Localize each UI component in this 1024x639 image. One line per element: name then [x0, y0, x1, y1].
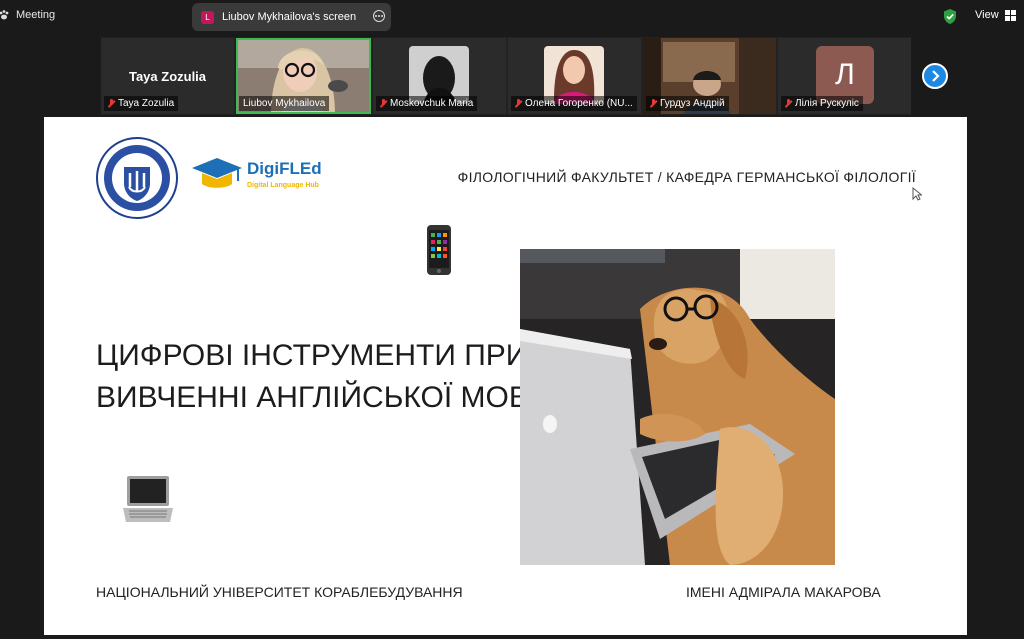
chevron-right-icon: [932, 70, 940, 82]
mobile-phone-icon: [427, 225, 451, 275]
participant-name-label: Лілія Рускуліс: [781, 96, 863, 111]
meeting-title-text: Meeting: [16, 9, 56, 21]
slide-title-line-1: ЦИФРОВІ ІНСТРУМЕНТИ ПРИ: [96, 335, 551, 377]
meeting-top-bar: Meeting L Liubov Mykhailova's screen Vie…: [0, 0, 1024, 34]
participant-name: Олена Гогоренко (NU...: [525, 98, 633, 109]
participant-tile-liliia[interactable]: Л Лілія Рускуліс: [778, 38, 911, 114]
slide-header: ФІЛОЛОГІЧНИЙ ФАКУЛЬТЕТ / КАФЕДРА ГЕРМАНС…: [457, 169, 916, 185]
muted-mic-icon: [650, 99, 657, 108]
muted-mic-icon: [108, 99, 115, 108]
paw-icon: [0, 10, 9, 20]
screen-share-indicator[interactable]: L Liubov Mykhailova's screen: [192, 3, 391, 31]
shared-slide: DigiFLEd Digital Language Hub ФІЛОЛОГІЧН…: [44, 117, 967, 635]
digifled-logo-subtitle: Digital Language Hub: [247, 182, 319, 189]
muted-mic-icon: [785, 99, 792, 108]
dog-with-laptop-photo: [520, 249, 835, 565]
participant-name: Moskovchuk Maria: [390, 98, 474, 109]
participant-tile-taya[interactable]: Taya Zozulia Taya Zozulia: [101, 38, 234, 114]
meeting-title: Meeting: [0, 9, 55, 21]
participant-name-label: Moskovchuk Maria: [376, 96, 478, 111]
laptop-icon: [123, 476, 173, 522]
mouse-cursor-icon: [912, 187, 922, 201]
sharer-badge: L: [201, 10, 214, 24]
participant-tile-maria[interactable]: Moskovchuk Maria: [373, 38, 506, 114]
slide-title: ЦИФРОВІ ІНСТРУМЕНТИ ПРИ ВИВЧЕННІ АНГЛІЙС…: [96, 335, 551, 419]
slide-footer-right: ІМЕНІ АДМІРАЛА МАКАРОВА: [686, 584, 881, 600]
view-button[interactable]: View: [975, 9, 1016, 21]
participant-name: Гурдуз Андрій: [660, 98, 725, 109]
screen-share-label: Liubov Mykhailova's screen: [222, 11, 357, 23]
next-page-button[interactable]: [922, 63, 948, 89]
muted-mic-icon: [515, 99, 522, 108]
participant-tile-liubov[interactable]: Liubov Mykhailova: [236, 38, 371, 114]
university-seal-icon: [96, 137, 178, 219]
participant-name: Taya Zozulia: [118, 98, 175, 109]
participant-name-label: Liubov Mykhailova: [239, 96, 330, 111]
participant-name: Liubov Mykhailova: [243, 98, 326, 109]
slide-footer-left: НАЦІОНАЛЬНИЙ УНІВЕРСИТЕТ КОРАБЛЕБУДУВАНН…: [96, 584, 463, 600]
security-shield-icon[interactable]: [942, 8, 958, 25]
gallery-view-icon: [1004, 9, 1016, 21]
participant-name-label: Гурдуз Андрій: [646, 96, 729, 111]
participant-name-label: Олена Гогоренко (NU...: [511, 96, 637, 111]
slide-title-line-2: ВИВЧЕННІ АНГЛІЙСЬКОЇ МОВИ: [96, 377, 551, 419]
digifled-logo-title: DigiFLEd: [247, 159, 322, 178]
digifled-logo-icon: [192, 158, 242, 188]
participant-tile-andrii[interactable]: Гурдуз Андрій: [643, 38, 776, 114]
more-options-icon[interactable]: [373, 10, 385, 22]
muted-mic-icon: [380, 99, 387, 108]
view-label: View: [975, 9, 999, 21]
participant-name: Лілія Рускуліс: [795, 98, 859, 109]
participant-display-name: Taya Zozulia: [128, 69, 207, 84]
participant-tile-olena[interactable]: Олена Гогоренко (NU...: [508, 38, 641, 114]
participant-name-label: Taya Zozulia: [104, 96, 179, 111]
